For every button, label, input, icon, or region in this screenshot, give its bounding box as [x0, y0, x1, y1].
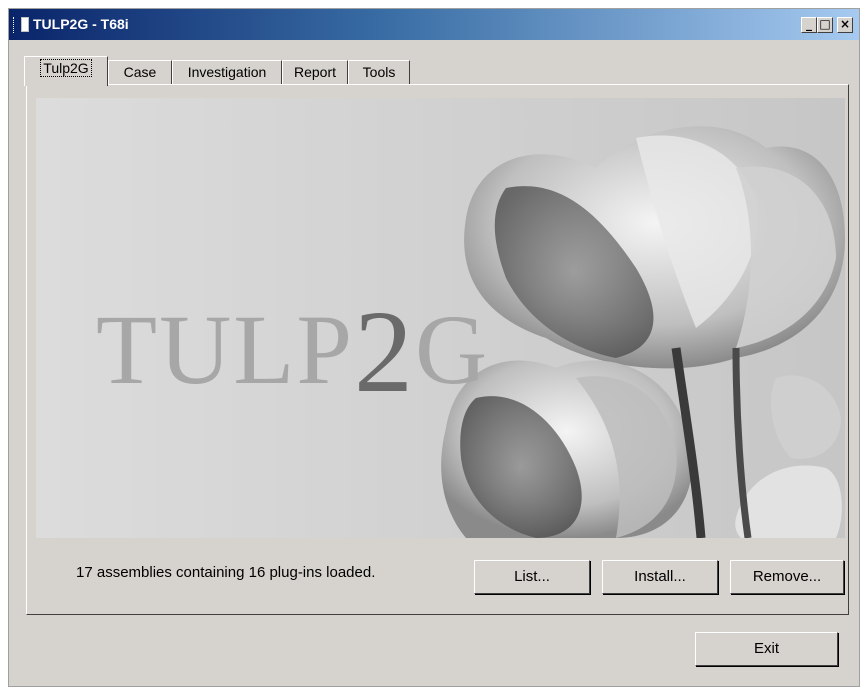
close-button[interactable]: ×	[837, 17, 853, 33]
grip-icon	[13, 17, 17, 33]
install-button[interactable]: Install...	[602, 560, 718, 594]
close-icon: ×	[839, 17, 851, 31]
status-text: 17 assemblies containing 16 plug-ins loa…	[76, 564, 376, 581]
exit-button[interactable]: Exit	[695, 632, 838, 666]
tab-label: Report	[293, 64, 337, 80]
list-button[interactable]: List...	[474, 560, 590, 594]
tulp2g-logo: TULP2G	[96, 286, 490, 417]
tab-label: Investigation	[187, 64, 267, 80]
minimize-icon: _	[806, 17, 812, 31]
maximize-icon: □	[819, 17, 831, 31]
tab-tools[interactable]: Tools	[348, 60, 410, 84]
tab-investigation[interactable]: Investigation	[172, 60, 282, 84]
tab-report[interactable]: Report	[282, 60, 348, 84]
tab-label: Tulp2G	[40, 59, 92, 77]
tab-label: Tools	[362, 64, 396, 80]
tab-case[interactable]: Case	[108, 60, 172, 84]
window-title: TULP2G - T68i	[33, 16, 129, 32]
maximize-button[interactable]: □	[817, 17, 833, 33]
title-bar[interactable]: TULP2G - T68i _ □ ×	[9, 9, 859, 40]
app-icon	[21, 17, 29, 32]
tab-label: Case	[123, 64, 157, 80]
tab-tulp2g[interactable]: Tulp2G	[24, 56, 108, 86]
remove-button[interactable]: Remove...	[730, 560, 844, 594]
splash-banner: TULP2G	[36, 98, 845, 538]
minimize-button[interactable]: _	[801, 17, 817, 33]
